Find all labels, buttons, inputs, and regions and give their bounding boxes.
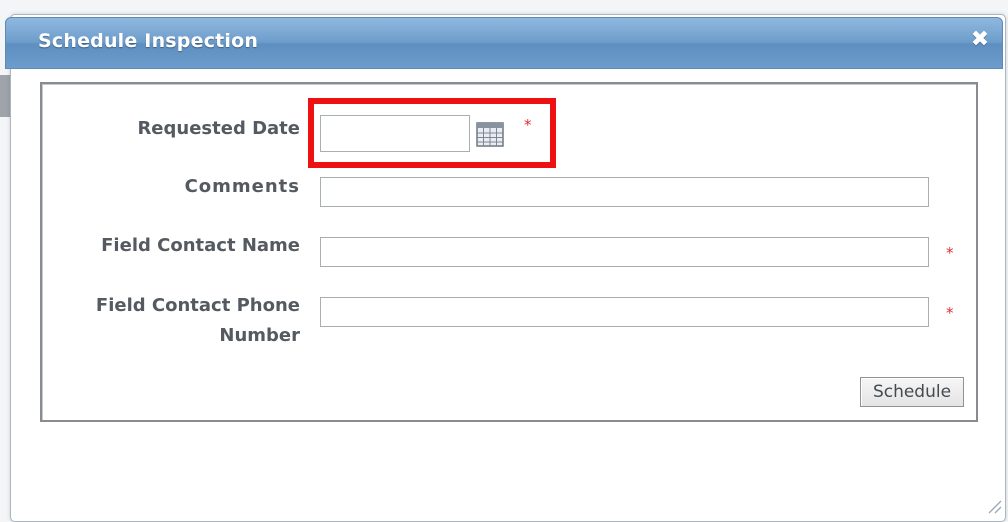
requested-date-required-mark: *: [524, 116, 532, 134]
comments-label: Comments: [184, 176, 300, 197]
requested-date-label: Requested Date: [137, 118, 300, 139]
background-page-edge: [0, 75, 10, 117]
resize-grip-icon[interactable]: [985, 497, 1003, 515]
field-contact-phone-label-line1: Field Contact Phone: [95, 295, 300, 316]
field-contact-name-required-mark: *: [946, 244, 954, 262]
dialog-title: Schedule Inspection: [38, 30, 259, 52]
close-icon[interactable]: ✖: [968, 28, 992, 52]
schedule-button[interactable]: Schedule: [860, 377, 964, 407]
field-contact-name-input[interactable]: [320, 237, 929, 267]
field-contact-phone-input[interactable]: [320, 297, 929, 327]
dialog-title-bar[interactable]: Schedule Inspection ✖: [5, 17, 1003, 69]
field-contact-phone-label-line2: Number: [219, 325, 300, 346]
calendar-icon[interactable]: [476, 121, 504, 147]
requested-date-input[interactable]: [320, 115, 470, 152]
comments-input[interactable]: [320, 177, 929, 207]
field-contact-phone-required-mark: *: [946, 304, 954, 322]
field-contact-name-label: Field Contact Name: [101, 235, 300, 256]
